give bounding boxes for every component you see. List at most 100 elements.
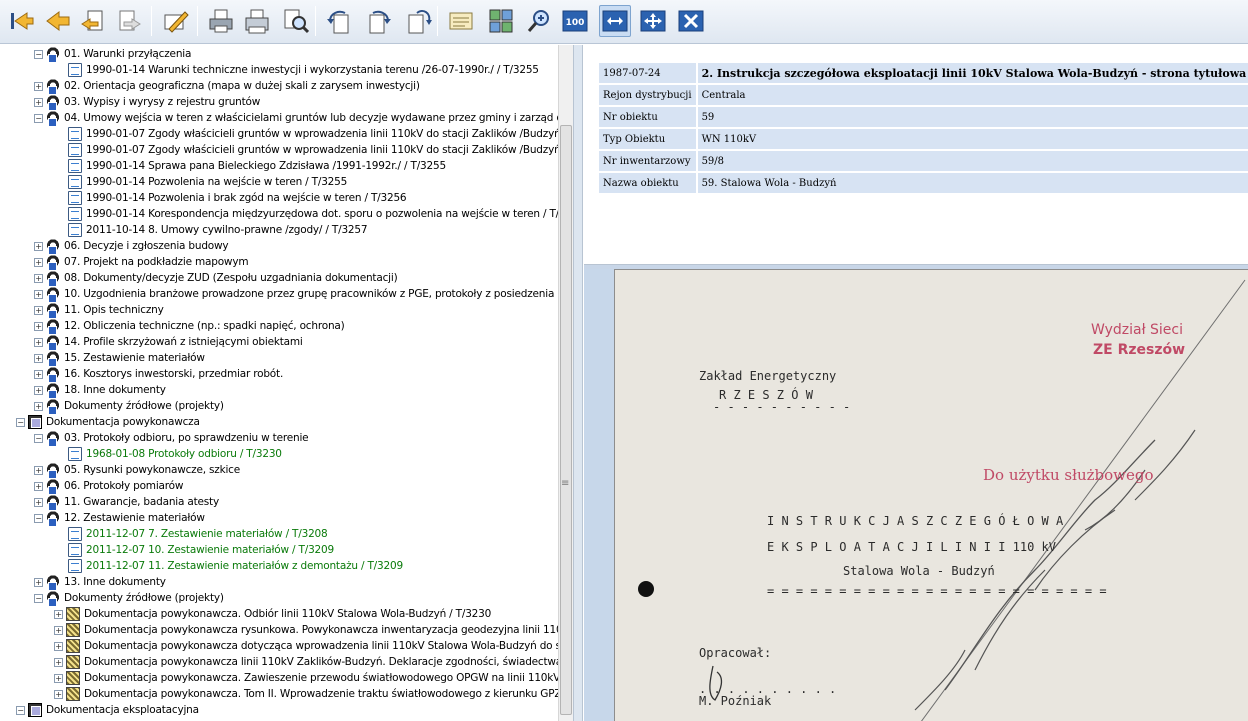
tree-folder-item[interactable]: − 01. Warunki przyłączenia [34, 46, 191, 63]
tree-folder-item[interactable]: +11. Gwarancje, badania atesty [34, 494, 219, 511]
tree-item-label: Dokumentacja powykonawcza. Zawieszenie p… [84, 672, 558, 684]
collapse-icon[interactable]: − [16, 705, 25, 715]
tree-document-item[interactable]: 1990-01-07 Zgody właścicieli gruntów w w… [68, 142, 558, 158]
tree-document-item[interactable]: 1968-01-08 Protokoły odbioru / T/3230 [68, 446, 282, 462]
tree-folder-item[interactable]: +03. Wypisy i wyrysy z rejestru gruntów [34, 94, 260, 111]
expand-icon[interactable]: + [54, 625, 63, 635]
tree-folder-item[interactable]: +02. Orientacja geograficzna (mapa w duż… [34, 78, 420, 95]
print-button[interactable] [205, 5, 237, 37]
tree-folder-item[interactable]: +13. Inne dokumenty [34, 574, 166, 591]
expand-icon[interactable]: + [34, 241, 43, 251]
tree-folder-item[interactable]: − Dokumentacja eksploatacyjna [16, 702, 199, 718]
expand-icon[interactable]: + [34, 337, 43, 347]
print-preview-button[interactable] [279, 5, 311, 37]
tree-folder-item[interactable]: +14. Profile skrzyżowań z istniejącymi o… [34, 334, 303, 351]
rotate-180-button[interactable] [403, 5, 435, 37]
zoom-in-button[interactable] [523, 5, 555, 37]
tree-folder-item[interactable]: − 12. Zestawienie materiałów [34, 510, 205, 527]
expand-icon[interactable]: + [34, 257, 43, 267]
tree-document-item[interactable]: 1990-01-14 Korespondencja międzyurzędowa… [68, 206, 558, 222]
collapse-icon[interactable]: − [34, 49, 43, 59]
expand-icon[interactable]: + [34, 81, 43, 91]
tree-folder-item[interactable]: − Dokumenty źródłowe (projekty) [34, 590, 224, 607]
scrollbar-thumb[interactable] [560, 125, 572, 715]
forward-doc-button[interactable] [113, 5, 145, 37]
expand-icon[interactable]: + [34, 321, 43, 331]
expand-icon[interactable]: + [34, 465, 43, 475]
tree-document-item[interactable]: 1990-01-07 Zgody właścicieli gruntów w w… [68, 126, 558, 142]
fit-page-button[interactable] [637, 5, 669, 37]
expand-icon[interactable]: + [54, 689, 63, 699]
tree-folder-item[interactable]: + Dokumentacja powykonawcza rysunkowa. Po… [54, 622, 558, 638]
expand-icon[interactable]: + [54, 673, 63, 683]
tree-folder-item[interactable]: +07. Projekt na podkładzie mapowym [34, 254, 249, 271]
tree-document-item[interactable]: 2011-12-07 7. Zestawienie materiałów / T… [68, 526, 328, 542]
tree-document-item[interactable]: 1990-01-14 Pozwolenia i brak zgód na wej… [68, 190, 407, 206]
tree-folder-item[interactable]: + Dokumentacja powykonawcza. Tom II. Wpro… [54, 686, 558, 702]
document-viewer[interactable]: Wydział Sieci ZE Rzeszów Zakład Energety… [584, 269, 1248, 721]
tree-item-label: 1990-01-14 Korespondencja międzyurzędowa… [86, 208, 558, 220]
expand-icon[interactable]: + [34, 273, 43, 283]
tree-folder-item[interactable]: +11. Opis techniczny [34, 302, 164, 319]
document-icon [68, 559, 82, 573]
tree-folder-item[interactable]: +12. Obliczenia techniczne (np.: spadki … [34, 318, 345, 335]
tree-document-item[interactable]: 1990-01-14 Pozwolenia na wejście w teren… [68, 174, 347, 190]
tree-document-item[interactable]: 1990-01-14 Warunki techniczne inwestycji… [68, 62, 539, 78]
tree-folder-item[interactable]: +06. Protokoły pomiarów [34, 478, 183, 495]
tree-document-item[interactable]: 2011-10-14 8. Umowy cywilno-prawne /zgod… [68, 222, 368, 238]
arrow-left-icon [46, 11, 70, 31]
expand-icon[interactable]: + [34, 305, 43, 315]
expand-icon[interactable]: + [54, 609, 63, 619]
collapse-icon[interactable]: − [34, 433, 43, 443]
notepad-icon [449, 12, 473, 30]
first-page-button[interactable] [5, 5, 37, 37]
tree-folder-item[interactable]: +18. Inne dokumenty [34, 382, 166, 399]
expand-icon[interactable]: + [34, 577, 43, 587]
tree-folder-item[interactable]: + Dokumenty źródłowe (projekty) [34, 398, 224, 415]
document-tree[interactable]: − 01. Warunki przyłączenia 1990-01-14 Waru… [0, 45, 558, 721]
zoom-100-button[interactable]: 100 [559, 5, 591, 37]
expand-icon[interactable]: + [54, 641, 63, 651]
expand-icon[interactable]: + [34, 289, 43, 299]
vertical-splitter[interactable] [573, 45, 583, 721]
tree-folder-item[interactable]: +10. Uzgodnienia branżowe prowadzone prz… [34, 286, 558, 303]
tree-folder-item[interactable]: +06. Decyzje i zgłoszenia budowy [34, 238, 229, 255]
expand-icon[interactable]: + [34, 497, 43, 507]
edit-button[interactable] [159, 5, 191, 37]
tree-folder-item[interactable]: − 03. Protokoły odbioru, po sprawdzeniu w… [34, 430, 309, 447]
expand-icon[interactable]: + [34, 481, 43, 491]
print-setup-button[interactable] [241, 5, 273, 37]
expand-icon[interactable]: + [34, 401, 43, 411]
rotate-right-button[interactable] [363, 5, 395, 37]
tree-scrollbar[interactable] [558, 45, 573, 721]
collapse-icon[interactable]: − [16, 417, 25, 427]
tree-document-item[interactable]: 2011-12-07 11. Zestawienie materiałów z … [68, 558, 403, 574]
back-doc-button[interactable] [77, 5, 109, 37]
tree-folder-item[interactable]: +16. Kosztorys inwestorski, przedmiar ro… [34, 366, 283, 383]
expand-icon[interactable]: + [34, 97, 43, 107]
tree-folder-item[interactable]: + Dokumentacja powykonawcza. Odbiór linii… [54, 606, 491, 622]
fit-width-button[interactable] [599, 5, 631, 37]
tree-folder-item[interactable]: +05. Rysunki powykonawcze, szkice [34, 462, 240, 479]
tree-folder-item[interactable]: − 04. Umowy wejścia w teren z właściciela… [34, 110, 558, 127]
tree-folder-item[interactable]: +08. Dokumenty/decyzje ZUD (Zespołu uzga… [34, 270, 398, 287]
expand-icon[interactable]: + [34, 353, 43, 363]
properties-button[interactable] [445, 5, 477, 37]
expand-icon[interactable]: + [54, 657, 63, 667]
rotate-left-button[interactable] [323, 5, 355, 37]
tree-folder-item[interactable]: + Dokumentacja powykonawcza linii 110kV Z… [54, 654, 558, 670]
tree-folder-item[interactable]: + Dokumentacja powykonawcza dotycząca wpr… [54, 638, 558, 654]
expand-icon[interactable]: + [34, 385, 43, 395]
collapse-icon[interactable]: − [34, 593, 43, 603]
close-button[interactable] [675, 5, 707, 37]
collapse-icon[interactable]: − [34, 513, 43, 523]
tree-folder-item[interactable]: +15. Zestawienie materiałów [34, 350, 205, 367]
tree-folder-item[interactable]: − Dokumentacja powykonawcza [16, 414, 200, 430]
tree-document-item[interactable]: 2011-12-07 10. Zestawienie materiałów / … [68, 542, 334, 558]
previous-page-button[interactable] [41, 5, 73, 37]
expand-icon[interactable]: + [34, 369, 43, 379]
collapse-icon[interactable]: − [34, 113, 43, 123]
thumbnails-button[interactable] [485, 5, 517, 37]
tree-document-item[interactable]: 1990-01-14 Sprawa pana Bieleckiego Zdzis… [68, 158, 446, 174]
tree-folder-item[interactable]: + Dokumentacja powykonawcza. Zawieszenie … [54, 670, 558, 686]
